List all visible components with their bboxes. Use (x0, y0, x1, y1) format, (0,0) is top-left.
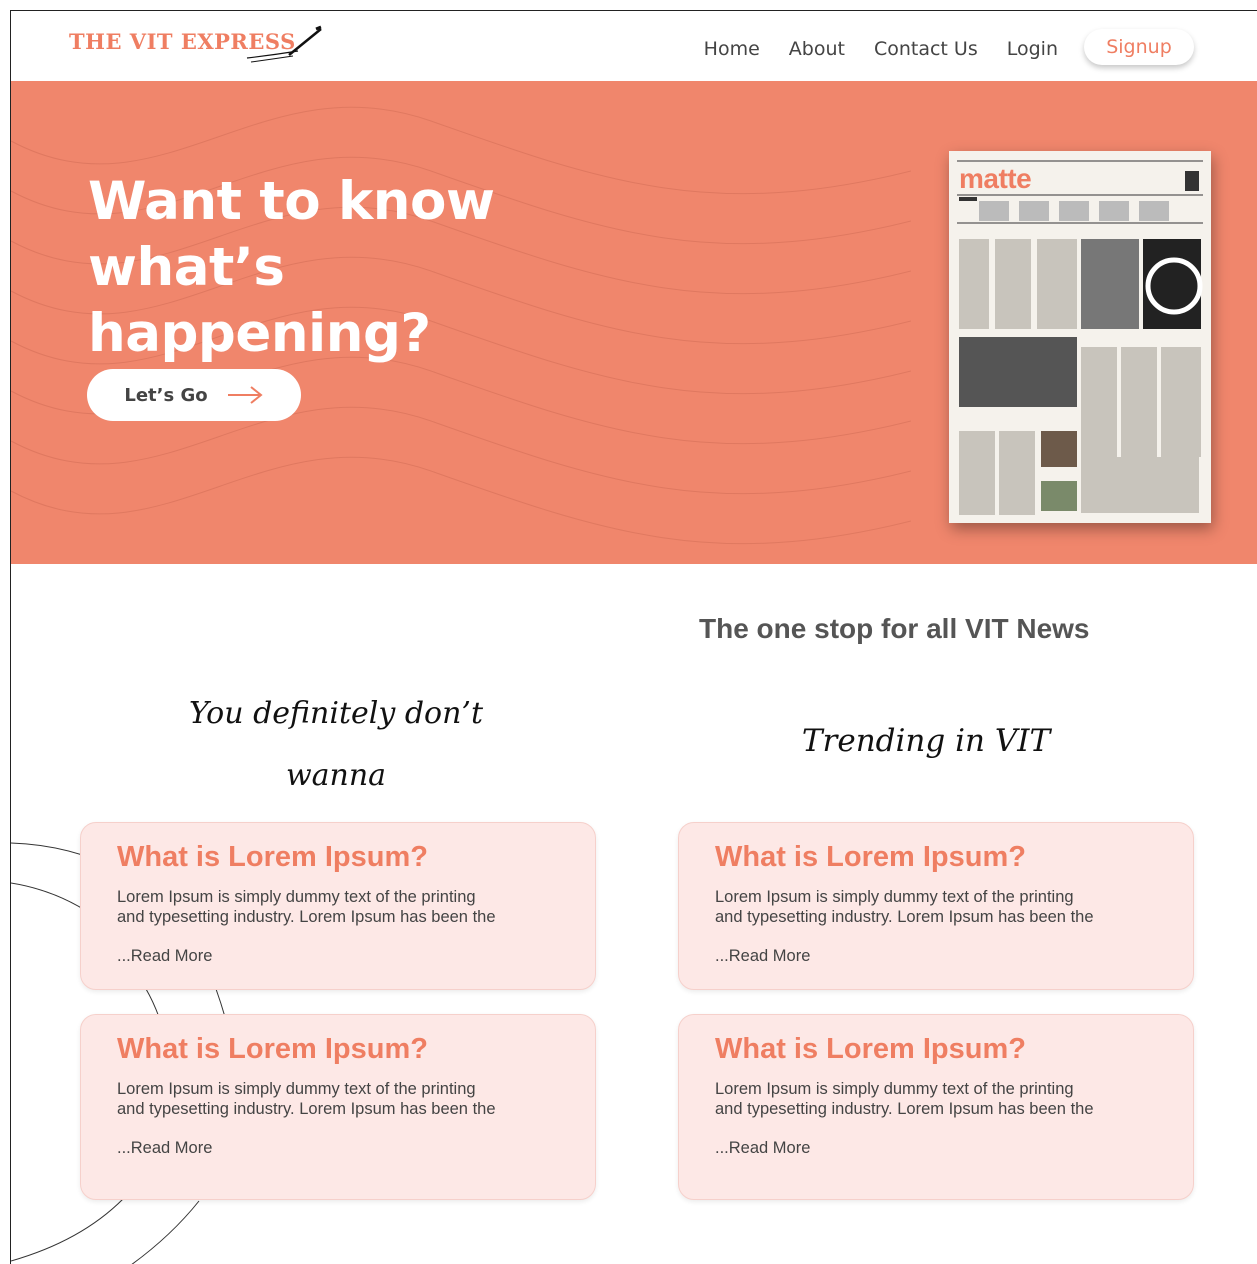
read-more-link[interactable]: ...Read More (715, 947, 810, 966)
lets-go-label: Let’s Go (124, 384, 208, 406)
pen-icon (246, 25, 322, 63)
right-section-heading: Trending in VIT (801, 723, 1051, 759)
signup-button[interactable]: Signup (1084, 29, 1194, 65)
news-card[interactable]: What is Lorem Ipsum? Lorem Ipsum is simp… (80, 1014, 596, 1200)
card-excerpt: Lorem Ipsum is simply dummy text of the … (715, 888, 1094, 926)
card-title[interactable]: What is Lorem Ipsum? (715, 1033, 1026, 1066)
news-card[interactable]: What is Lorem Ipsum? Lorem Ipsum is simp… (678, 822, 1194, 990)
nav-home-link[interactable]: Home (704, 38, 760, 60)
card-title[interactable]: What is Lorem Ipsum? (715, 841, 1026, 874)
card-excerpt: Lorem Ipsum is simply dummy text of the … (715, 1080, 1094, 1118)
nav-login-link[interactable]: Login (1007, 38, 1058, 60)
tagline: The one stop for all VIT News (699, 613, 1092, 645)
tagline-highlight: VIT News (963, 613, 1092, 644)
hero-title: Want to know what’s happening? (88, 169, 688, 367)
main-nav: Home About Contact Us Login Signup (675, 29, 1194, 65)
left-heading-line1: You definitely don’t wanna (188, 696, 484, 793)
newspaper-layout (957, 160, 1203, 515)
card-title[interactable]: What is Lorem Ipsum? (117, 841, 428, 874)
arrow-right-icon (227, 386, 263, 404)
nav-about-link[interactable]: About (789, 38, 845, 60)
news-card[interactable]: What is Lorem Ipsum? Lorem Ipsum is simp… (80, 822, 596, 990)
lets-go-button[interactable]: Let’s Go (87, 369, 301, 421)
hero-title-line2: happening? (88, 303, 431, 364)
nav-contact-link[interactable]: Contact Us (874, 38, 978, 60)
card-title[interactable]: What is Lorem Ipsum? (117, 1033, 428, 1066)
hero-banner: Want to know what’s happening? Let’s Go … (11, 81, 1257, 564)
card-excerpt: Lorem Ipsum is simply dummy text of the … (117, 1080, 496, 1118)
newspaper-image: matte (949, 151, 1211, 523)
hero-title-line1: Want to know what’s (88, 171, 495, 298)
read-more-link[interactable]: ...Read More (117, 1139, 212, 1158)
read-more-link[interactable]: ...Read More (117, 947, 212, 966)
card-excerpt: Lorem Ipsum is simply dummy text of the … (117, 888, 496, 926)
news-card[interactable]: What is Lorem Ipsum? Lorem Ipsum is simp… (678, 1014, 1194, 1200)
site-header: THE VIT EXPRESS Home About Contact Us Lo… (11, 11, 1257, 81)
read-more-link[interactable]: ...Read More (715, 1139, 810, 1158)
tagline-prefix: The one stop for all (699, 613, 966, 644)
page-frame: THE VIT EXPRESS Home About Contact Us Lo… (10, 10, 1257, 1264)
